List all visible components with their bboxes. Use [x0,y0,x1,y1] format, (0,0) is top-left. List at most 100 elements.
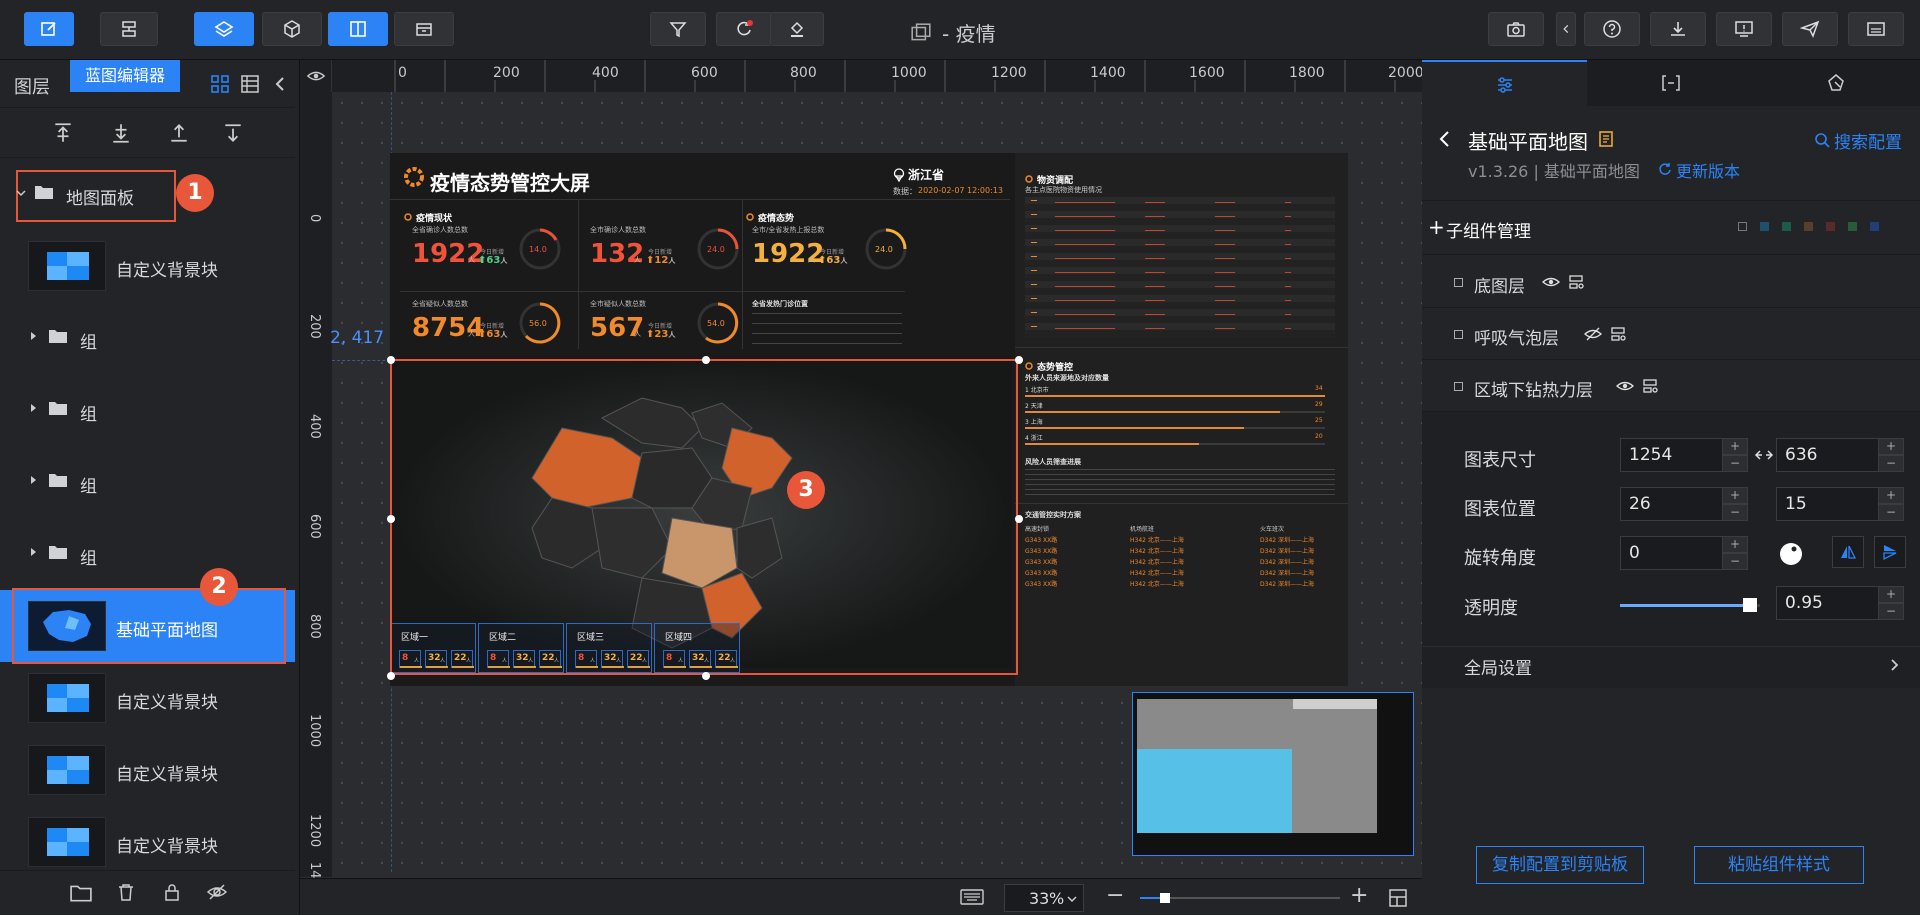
resize-handle[interactable] [387,515,395,523]
swatch[interactable] [1848,222,1857,231]
resize-handle[interactable] [1015,356,1023,364]
keyboard-icon[interactable] [960,888,984,906]
layer-item-selected[interactable]: 基础平面地图 [0,588,295,664]
grid-view-icon[interactable] [210,74,230,94]
blueprint-node-icon[interactable] [1610,326,1626,342]
paste-style-button[interactable]: 粘贴组件样式 [1694,846,1864,884]
swatch[interactable] [1826,222,1835,231]
layer-group[interactable]: 组 [0,302,295,374]
refresh-button[interactable] [716,12,772,46]
checkbox[interactable] [1454,382,1463,391]
position-y-input[interactable]: 15 [1776,487,1886,521]
zoom-slider-track[interactable] [1140,893,1340,903]
opacity-increment[interactable]: + [1878,586,1904,603]
zoom-out-button[interactable]: − [1106,883,1124,908]
toolbox-toggle-button[interactable] [394,12,454,46]
refresh-icon[interactable] [1658,162,1672,176]
zoom-select[interactable]: 33 % [1004,884,1084,912]
eye-icon[interactable] [1542,275,1560,289]
fullscreen-button[interactable] [1848,12,1904,46]
update-version-link[interactable]: 更新版本 [1676,158,1740,182]
move-down-icon[interactable] [222,122,244,144]
resize-handle[interactable] [387,672,395,680]
move-up-icon[interactable] [168,122,190,144]
eye-hide-icon[interactable] [206,882,228,902]
sublayer-row[interactable]: 呼吸气泡层 [1422,308,1920,360]
lock-icon[interactable] [162,882,182,902]
layers-toggle-button[interactable] [194,12,254,46]
tab-style[interactable] [1422,60,1587,106]
swatch[interactable] [1760,222,1769,231]
move-bottom-icon[interactable] [110,122,132,144]
list-view-icon[interactable] [240,74,260,94]
caret-right-icon[interactable] [30,331,38,341]
swatch[interactable] [1804,222,1813,231]
y-decrement[interactable]: − [1878,504,1904,521]
resize-handle[interactable] [702,356,710,364]
components-toggle-button[interactable] [262,12,322,46]
search-icon[interactable] [1814,132,1830,148]
tab-data[interactable] [1587,60,1753,106]
trash-icon[interactable] [116,882,136,902]
ruler-corner[interactable] [300,60,332,92]
layer-item[interactable]: 自定义背景块 [0,662,295,734]
tab-interaction[interactable] [1753,60,1920,106]
flip-horizontal-button[interactable] [1832,536,1864,568]
caret-right-icon[interactable] [30,475,38,485]
move-top-icon[interactable] [52,122,74,144]
caret-down-icon[interactable] [16,188,26,198]
checkbox[interactable] [1454,330,1463,339]
copy-config-button[interactable]: 复制配置到剪贴板 [1476,846,1644,884]
filter-button[interactable] [650,12,706,46]
sub-manage-plus[interactable]: + [1428,215,1445,239]
search-config-link[interactable]: 搜索配置 [1834,128,1902,153]
chevron-right-icon[interactable] [1890,658,1900,672]
x-increment[interactable]: + [1722,487,1748,504]
height-increment[interactable]: + [1878,438,1904,455]
blueprint-button[interactable] [100,12,158,46]
preview-button[interactable] [1716,12,1772,46]
eye-icon[interactable] [1616,379,1634,393]
paint-button[interactable] [770,12,824,46]
resize-handle[interactable] [387,356,395,364]
minimap[interactable] [1132,692,1414,856]
layer-group-map-panel[interactable]: 地图面板 1 [0,158,295,230]
layer-item[interactable]: 自定义背景块 [0,806,295,878]
width-decrement[interactable]: − [1722,455,1748,472]
zoom-in-button[interactable]: + [1350,883,1368,908]
position-x-input[interactable]: 26 [1620,487,1730,521]
layer-item[interactable]: 自定义背景块 [0,230,295,302]
layer-group[interactable]: 组 2 [0,518,295,606]
blueprint-node-icon[interactable] [1642,378,1658,394]
caret-right-icon[interactable] [30,547,38,557]
resize-handle[interactable] [1015,515,1023,523]
eye-off-icon[interactable] [1584,327,1602,341]
link-icon[interactable] [1754,446,1774,464]
fit-screen-icon[interactable] [1388,888,1408,908]
blueprint-node-icon[interactable] [1568,274,1584,290]
rotation-decrement[interactable]: − [1722,553,1748,570]
panel-toggle-button[interactable] [328,12,388,46]
selection-box[interactable] [387,356,1023,680]
opacity-slider-track[interactable] [1620,598,1760,612]
height-decrement[interactable]: − [1878,455,1904,472]
width-input[interactable]: 1254 [1620,438,1730,472]
swatch[interactable] [1738,222,1747,231]
checkbox[interactable] [1454,278,1463,287]
resize-handle[interactable] [702,672,710,680]
layer-item[interactable]: 自定义背景块 [0,734,295,806]
publish-button[interactable] [1782,12,1838,46]
opacity-input[interactable]: 0.95 [1776,586,1886,620]
height-input[interactable]: 636 [1776,438,1886,472]
layer-edit-button[interactable] [24,12,74,46]
layer-group[interactable]: 组 [0,374,295,446]
chevron-left-icon[interactable] [270,74,290,94]
swatch[interactable] [1782,222,1791,231]
zoom-slider-thumb[interactable] [1160,893,1170,903]
document-icon[interactable] [1598,130,1614,148]
width-increment[interactable]: + [1722,438,1748,455]
editor-canvas[interactable]: 0 200 400 600 800 1000 1200 1400 1600 18… [300,60,1424,915]
collapse-button[interactable] [1556,12,1576,46]
y-increment[interactable]: + [1878,487,1904,504]
help-button[interactable] [1584,12,1640,46]
